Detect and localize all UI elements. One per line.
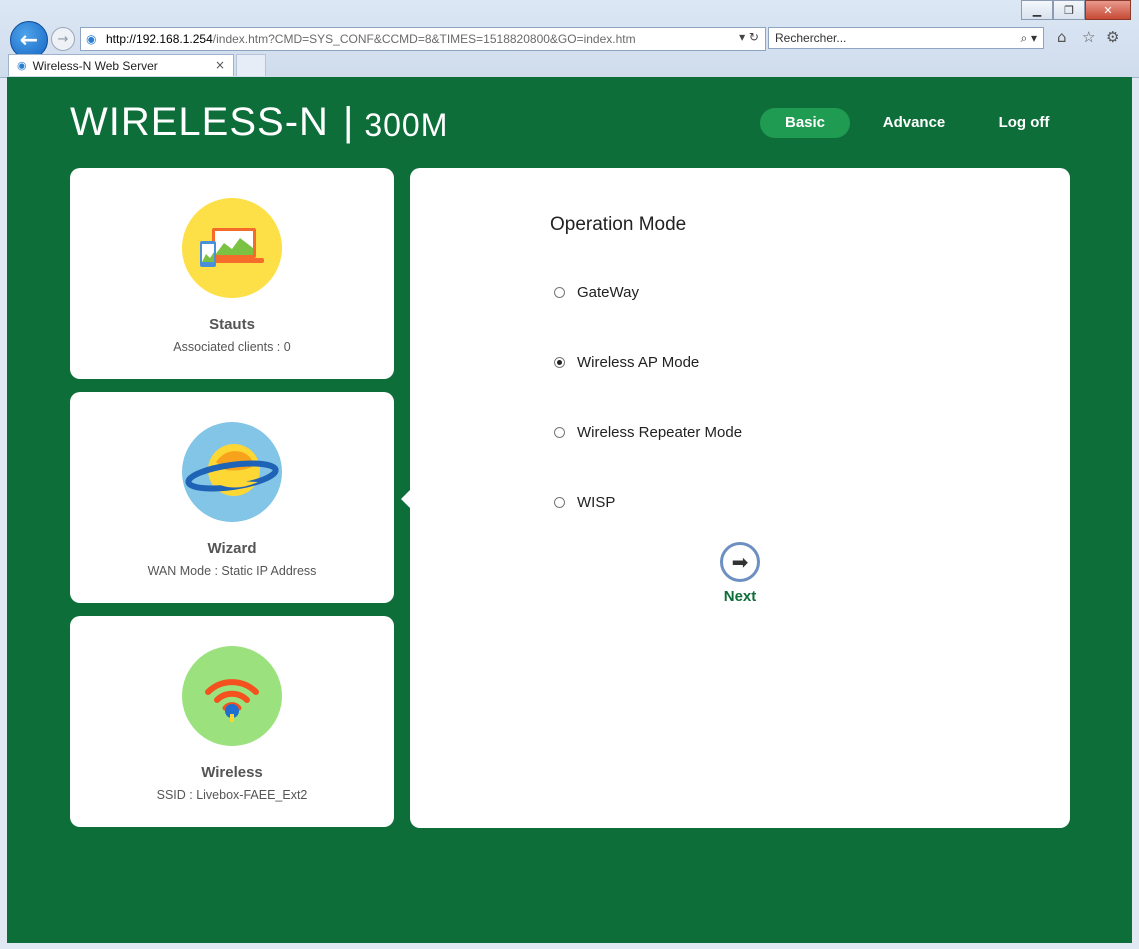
option-wireless-ap[interactable]: Wireless AP Mode — [554, 354, 699, 371]
tab-wifi-icon: ◉ — [17, 60, 27, 72]
nav-basic[interactable]: Basic — [760, 108, 850, 138]
radio-gateway[interactable] — [554, 287, 565, 298]
option-gateway[interactable]: GateWay — [554, 284, 639, 301]
status-card[interactable]: Stauts Associated clients : 0 — [70, 168, 394, 379]
wireless-title: Wireless — [201, 764, 263, 781]
brand-title: WIRELESS-N — [70, 100, 329, 144]
next-arrow-icon[interactable]: ➡ — [720, 542, 760, 582]
new-tab-button[interactable] — [236, 54, 266, 76]
wizard-planet-icon — [182, 422, 282, 522]
refresh-icon[interactable]: ▾ ↻ — [739, 30, 759, 44]
url-host: http://192.168.1.254 — [106, 32, 213, 46]
wireless-signal-icon — [182, 646, 282, 746]
tab-title: Wireless-N Web Server — [32, 58, 158, 73]
card-pointer — [401, 490, 410, 508]
status-sub: Associated clients : 0 — [173, 340, 291, 354]
wizard-title: Wizard — [207, 540, 257, 557]
option-label: Wireless AP Mode — [577, 354, 700, 371]
search-placeholder: Rechercher... — [775, 31, 847, 45]
next-label[interactable]: Next — [710, 588, 770, 605]
maximize-icon[interactable]: ❐ — [1053, 0, 1085, 20]
option-label: WISP — [577, 494, 616, 511]
option-label: Wireless Repeater Mode — [577, 424, 743, 441]
radio-wisp[interactable] — [554, 497, 565, 508]
close-window-icon[interactable]: ✕ — [1085, 0, 1131, 20]
wireless-card[interactable]: Wireless SSID : Livebox-FAEE_Ext2 — [70, 616, 394, 827]
wizard-sub: WAN Mode : Static IP Address — [147, 564, 317, 578]
option-label: GateWay — [577, 284, 639, 301]
search-input[interactable]: Rechercher... ⌕ ▾ — [768, 27, 1044, 49]
wizard-card[interactable]: Wizard WAN Mode : Static IP Address — [70, 392, 394, 603]
brand-separator: | — [342, 100, 355, 144]
forward-arrow-icon[interactable]: → — [51, 27, 75, 51]
site-wifi-icon: ◉ — [86, 32, 97, 46]
status-icon — [182, 198, 282, 298]
tab-close-icon[interactable]: × — [215, 58, 225, 72]
minimize-icon[interactable]: ▁ — [1021, 0, 1053, 20]
router-page: WIRELESS-N | 300M Basic Advance Log off … — [7, 77, 1132, 943]
browser-tab[interactable]: ◉ Wireless-N Web Server × — [8, 54, 234, 76]
settings-gear-icon[interactable]: ⚙ — [1106, 28, 1119, 46]
brand-logo: WIRELESS-N | 300M — [70, 100, 448, 145]
panel-heading: Operation Mode — [550, 214, 687, 235]
next-button[interactable]: ➡ Next — [710, 542, 770, 605]
wireless-sub: SSID : Livebox-FAEE_Ext2 — [156, 788, 308, 802]
url-path: /index.htm?CMD=SYS_CONF&CCMD=8&TIMES=151… — [212, 32, 636, 46]
browser-chrome: ▁ ❐ ✕ ← → ◉ http://192.168.1.254/index.h… — [0, 0, 1139, 78]
status-title: Stauts — [209, 316, 255, 333]
search-icon[interactable]: ⌕ ▾ — [1020, 31, 1037, 46]
option-repeater[interactable]: Wireless Repeater Mode — [554, 424, 742, 441]
radio-wireless-ap[interactable] — [554, 357, 565, 368]
option-wisp[interactable]: WISP — [554, 494, 615, 511]
window-controls: ▁ ❐ ✕ — [1021, 0, 1131, 20]
radio-repeater[interactable] — [554, 427, 565, 438]
brand-subtitle: 300M — [364, 107, 449, 143]
nav-logoff[interactable]: Log off — [979, 108, 1069, 138]
favorites-star-icon[interactable]: ☆ — [1082, 28, 1095, 46]
nav-advance[interactable]: Advance — [869, 108, 959, 138]
operation-mode-panel: Operation Mode GateWay Wireless AP Mode … — [410, 168, 1070, 828]
home-icon[interactable]: ⌂ — [1057, 28, 1067, 46]
address-bar[interactable]: ◉ http://192.168.1.254/index.htm?CMD=SYS… — [80, 27, 766, 51]
